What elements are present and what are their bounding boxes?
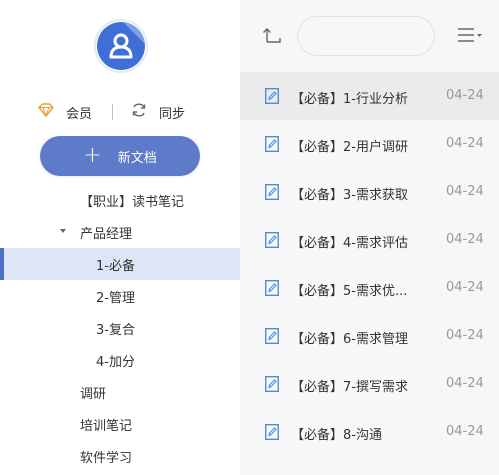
member-label: 会员 xyxy=(66,106,93,122)
tree-item-label: 1-必备 xyxy=(96,258,135,274)
list-menu-icon[interactable] xyxy=(457,27,483,47)
caret-down-icon[interactable] xyxy=(60,229,66,233)
document-title: 【必备】5-需求优... xyxy=(291,284,408,299)
document-date: 04-24 xyxy=(446,184,484,199)
notebook-tree: 【职业】读书笔记 产品经理 1-必备 2-管理 3-复合 4-加分 调研 培训笔… xyxy=(0,184,240,472)
avatar[interactable] xyxy=(94,19,148,73)
document-date: 04-24 xyxy=(446,328,484,343)
document-date: 04-24 xyxy=(446,136,484,151)
document-title: 【必备】3-需求获取 xyxy=(291,188,408,203)
account-actions: 会员 同步 xyxy=(38,102,208,122)
tree-item-label: 2-管理 xyxy=(96,290,135,306)
document-title: 【必备】2-用户调研 xyxy=(291,140,408,155)
document-edit-icon xyxy=(264,423,280,444)
document-row[interactable]: 【必备】7-撰写需求 04-24 xyxy=(240,360,499,408)
document-row[interactable]: 【必备】5-需求优... 04-24 xyxy=(240,264,499,312)
divider xyxy=(112,104,114,120)
tree-item-composite[interactable]: 3-复合 xyxy=(0,312,240,344)
document-date: 04-24 xyxy=(446,88,484,103)
document-row[interactable]: 【必备】4-需求评估 04-24 xyxy=(240,216,499,264)
tree-item-label: 培训笔记 xyxy=(80,418,133,434)
document-title: 【必备】7-撰写需求 xyxy=(291,380,408,395)
list-toolbar xyxy=(240,0,499,72)
document-row[interactable]: 【必备】8-沟通 04-24 xyxy=(240,408,499,456)
document-row[interactable]: 【必备】2-用户调研 04-24 xyxy=(240,120,499,168)
user-avatar-icon xyxy=(97,22,145,70)
member-button[interactable]: 会员 xyxy=(38,103,92,122)
tree-item-software-learning[interactable]: 软件学习 xyxy=(0,440,240,472)
diamond-icon xyxy=(38,103,54,121)
new-document-label: 新文档 xyxy=(117,150,157,166)
sync-button[interactable]: 同步 xyxy=(131,102,185,122)
tree-item-essentials[interactable]: 1-必备 xyxy=(0,248,240,280)
document-row[interactable]: 【必备】6-需求管理 04-24 xyxy=(240,312,499,360)
tree-item-label: 软件学习 xyxy=(80,450,133,466)
up-folder-icon[interactable] xyxy=(262,26,282,48)
document-edit-icon xyxy=(264,327,280,348)
document-row[interactable]: 【必备】1-行业分析 04-24 xyxy=(240,72,499,120)
tree-item-label: 调研 xyxy=(80,386,107,402)
document-edit-icon xyxy=(264,231,280,252)
tree-item-bonus[interactable]: 4-加分 xyxy=(0,344,240,376)
document-list-panel: 【必备】1-行业分析 04-24 【必备】2-用户调研 04-24 【必备】3-… xyxy=(240,0,499,475)
document-date: 04-24 xyxy=(446,424,484,439)
new-document-button[interactable]: + 新文档 xyxy=(40,136,200,176)
document-row[interactable]: 【必备】3-需求获取 04-24 xyxy=(240,168,499,216)
document-title: 【必备】8-沟通 xyxy=(291,428,382,443)
search-input[interactable] xyxy=(297,16,435,56)
sync-label: 同步 xyxy=(159,106,186,122)
tree-item-label: 【职业】读书笔记 xyxy=(80,194,185,210)
tree-item-product-manager[interactable]: 产品经理 xyxy=(0,216,240,248)
document-edit-icon xyxy=(264,87,280,108)
document-edit-icon xyxy=(264,183,280,204)
sidebar: 会员 同步 + 新文档 【职业】读书笔记 产品经理 1-必备 2-管理 3-复合… xyxy=(0,0,240,475)
document-title: 【必备】1-行业分析 xyxy=(291,92,408,107)
sync-icon xyxy=(131,102,147,122)
document-date: 04-24 xyxy=(446,376,484,391)
tree-item-label: 3-复合 xyxy=(96,322,135,338)
tree-item-training-notes[interactable]: 培训笔记 xyxy=(0,408,240,440)
tree-item-career-reading[interactable]: 【职业】读书笔记 xyxy=(0,184,240,216)
document-edit-icon xyxy=(264,375,280,396)
document-edit-icon xyxy=(264,279,280,300)
document-title: 【必备】6-需求管理 xyxy=(291,332,408,347)
tree-item-management[interactable]: 2-管理 xyxy=(0,280,240,312)
document-edit-icon xyxy=(264,135,280,156)
document-list: 【必备】1-行业分析 04-24 【必备】2-用户调研 04-24 【必备】3-… xyxy=(240,72,499,456)
tree-item-label: 4-加分 xyxy=(96,354,135,370)
document-date: 04-24 xyxy=(446,232,484,247)
document-date: 04-24 xyxy=(446,280,484,295)
app-window: 会员 同步 + 新文档 【职业】读书笔记 产品经理 1-必备 2-管理 3-复合… xyxy=(0,0,499,475)
tree-item-label: 产品经理 xyxy=(80,226,133,242)
tree-item-research[interactable]: 调研 xyxy=(0,376,240,408)
plus-icon: + xyxy=(83,143,102,168)
document-title: 【必备】4-需求评估 xyxy=(291,236,408,251)
